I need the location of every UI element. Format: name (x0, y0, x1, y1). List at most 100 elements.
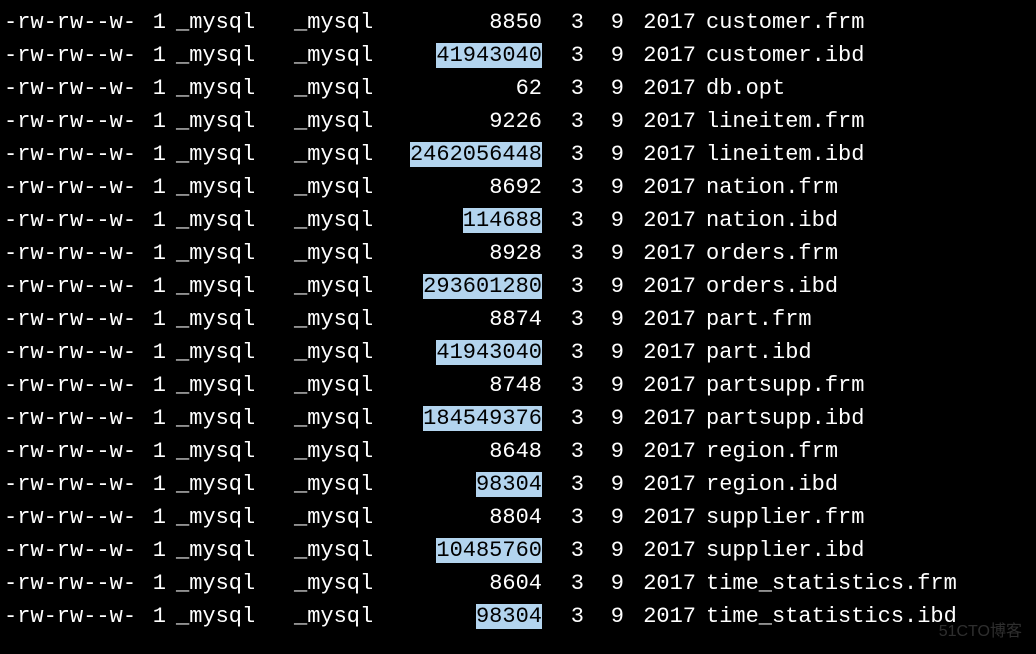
listing-row[interactable]: -rw-rw--w-1_mysql_mysql8648392017region.… (4, 435, 1032, 468)
link-count: 1 (140, 303, 166, 336)
date-day: 9 (584, 72, 624, 105)
listing-row[interactable]: -rw-rw--w-1_mysql_mysql2462056448392017l… (4, 138, 1032, 171)
link-count: 1 (140, 204, 166, 237)
permissions: -rw-rw--w- (4, 336, 140, 369)
link-count: 1 (140, 39, 166, 72)
owner: _mysql (166, 534, 270, 567)
date-day: 9 (584, 237, 624, 270)
listing-row[interactable]: -rw-rw--w-1_mysql_mysql114688392017natio… (4, 204, 1032, 237)
file-name: lineitem.ibd (696, 138, 864, 171)
permissions: -rw-rw--w- (4, 534, 140, 567)
permissions: -rw-rw--w- (4, 105, 140, 138)
listing-row[interactable]: -rw-rw--w-1_mysql_mysql9226392017lineite… (4, 105, 1032, 138)
listing-row[interactable]: -rw-rw--w-1_mysql_mysql8748392017partsup… (4, 369, 1032, 402)
listing-row[interactable]: -rw-rw--w-1_mysql_mysql41943040392017par… (4, 336, 1032, 369)
file-size: 293601280 (386, 270, 542, 303)
permissions: -rw-rw--w- (4, 39, 140, 72)
date-month: 3 (542, 6, 584, 39)
link-count: 1 (140, 567, 166, 600)
listing-row[interactable]: -rw-rw--w-1_mysql_mysql98304392017region… (4, 468, 1032, 501)
group: _mysql (270, 6, 386, 39)
owner: _mysql (166, 435, 270, 468)
listing-row[interactable]: -rw-rw--w-1_mysql_mysql62392017db.opt (4, 72, 1032, 105)
owner: _mysql (166, 6, 270, 39)
link-count: 1 (140, 468, 166, 501)
date-year: 2017 (624, 72, 696, 105)
listing-row[interactable]: -rw-rw--w-1_mysql_mysql293601280392017or… (4, 270, 1032, 303)
link-count: 1 (140, 237, 166, 270)
date-year: 2017 (624, 600, 696, 633)
file-size: 2462056448 (386, 138, 542, 171)
file-name: orders.frm (696, 237, 838, 270)
date-day: 9 (584, 138, 624, 171)
date-year: 2017 (624, 39, 696, 72)
file-name: supplier.ibd (696, 534, 864, 567)
listing-row[interactable]: -rw-rw--w-1_mysql_mysql8850392017custome… (4, 6, 1032, 39)
listing-row[interactable]: -rw-rw--w-1_mysql_mysql8928392017orders.… (4, 237, 1032, 270)
date-month: 3 (542, 600, 584, 633)
date-day: 9 (584, 270, 624, 303)
listing-row[interactable]: -rw-rw--w-1_mysql_mysql8604392017time_st… (4, 567, 1032, 600)
owner: _mysql (166, 501, 270, 534)
owner: _mysql (166, 303, 270, 336)
date-year: 2017 (624, 435, 696, 468)
date-month: 3 (542, 567, 584, 600)
date-month: 3 (542, 336, 584, 369)
owner: _mysql (166, 237, 270, 270)
owner: _mysql (166, 336, 270, 369)
link-count: 1 (140, 270, 166, 303)
file-name: region.frm (696, 435, 838, 468)
file-name: customer.ibd (696, 39, 864, 72)
listing-row[interactable]: -rw-rw--w-1_mysql_mysql184549376392017pa… (4, 402, 1032, 435)
owner: _mysql (166, 468, 270, 501)
date-day: 9 (584, 468, 624, 501)
permissions: -rw-rw--w- (4, 369, 140, 402)
terminal-output[interactable]: -rw-rw--w-1_mysql_mysql8850392017custome… (4, 6, 1032, 633)
date-year: 2017 (624, 336, 696, 369)
link-count: 1 (140, 501, 166, 534)
group: _mysql (270, 501, 386, 534)
group: _mysql (270, 72, 386, 105)
file-name: db.opt (696, 72, 785, 105)
file-size: 8928 (386, 237, 542, 270)
file-size: 8748 (386, 369, 542, 402)
owner: _mysql (166, 204, 270, 237)
date-day: 9 (584, 336, 624, 369)
listing-row[interactable]: -rw-rw--w-1_mysql_mysql8804392017supplie… (4, 501, 1032, 534)
file-name: partsupp.frm (696, 369, 864, 402)
listing-row[interactable]: -rw-rw--w-1_mysql_mysql41943040392017cus… (4, 39, 1032, 72)
listing-row[interactable]: -rw-rw--w-1_mysql_mysql8692392017nation.… (4, 171, 1032, 204)
date-year: 2017 (624, 402, 696, 435)
date-month: 3 (542, 105, 584, 138)
group: _mysql (270, 468, 386, 501)
date-day: 9 (584, 204, 624, 237)
owner: _mysql (166, 72, 270, 105)
permissions: -rw-rw--w- (4, 270, 140, 303)
date-month: 3 (542, 468, 584, 501)
date-year: 2017 (624, 369, 696, 402)
date-day: 9 (584, 501, 624, 534)
file-size: 8874 (386, 303, 542, 336)
date-year: 2017 (624, 237, 696, 270)
owner: _mysql (166, 270, 270, 303)
date-day: 9 (584, 369, 624, 402)
date-day: 9 (584, 303, 624, 336)
owner: _mysql (166, 402, 270, 435)
listing-row[interactable]: -rw-rw--w-1_mysql_mysql98304392017time_s… (4, 600, 1032, 633)
date-year: 2017 (624, 6, 696, 39)
listing-row[interactable]: -rw-rw--w-1_mysql_mysql10485760392017sup… (4, 534, 1032, 567)
date-year: 2017 (624, 171, 696, 204)
date-day: 9 (584, 171, 624, 204)
listing-row[interactable]: -rw-rw--w-1_mysql_mysql8874392017part.fr… (4, 303, 1032, 336)
file-size: 98304 (386, 600, 542, 633)
permissions: -rw-rw--w- (4, 468, 140, 501)
permissions: -rw-rw--w- (4, 6, 140, 39)
date-day: 9 (584, 567, 624, 600)
date-month: 3 (542, 435, 584, 468)
watermark-text: 51CTO博客 (939, 620, 1022, 644)
file-name: region.ibd (696, 468, 838, 501)
file-size: 41943040 (386, 39, 542, 72)
permissions: -rw-rw--w- (4, 237, 140, 270)
file-size: 8648 (386, 435, 542, 468)
file-name: time_statistics.ibd (696, 600, 957, 633)
